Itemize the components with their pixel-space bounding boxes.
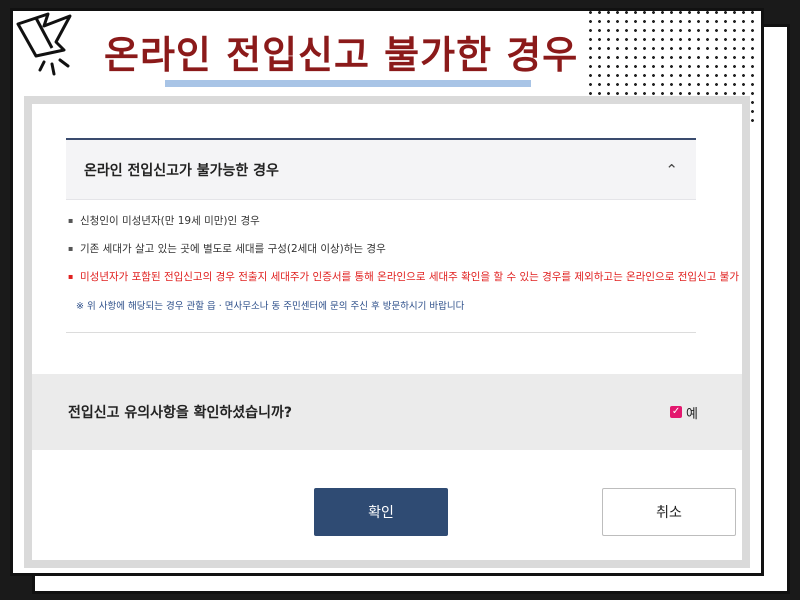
notice-text: ※ 위 사항에 해당되는 경우 관할 읍 · 면사무소나 동 주민센터에 문의 … [76,301,465,312]
checkbox-checked[interactable]: ✓ [670,406,683,418]
accordion: 온라인 전입신고가 불가능한 경우 ⌃ 신청인이 미성년자(만 19세 미만)인… [66,138,739,333]
title-underline [165,80,531,87]
cancel-button[interactable]: 취소 [602,488,736,536]
list-item: 신청인이 미성년자(만 19세 미만)인 경우 [66,214,696,228]
confirm-question: 전입신고 유의사항을 확인하셨습니까? [68,405,292,421]
burst-icon [16,12,72,76]
list-item-warning: 미성년자가 포함된 전입신고의 경우 전출지 세대주가 인증서를 통해 온라인으… [66,270,739,284]
confirm-box: 전입신고 유의사항을 확인하셨습니까? ✓ 예 [32,374,742,450]
checkbox-label: 예 [686,406,698,422]
ok-button[interactable]: 확인 [314,488,448,536]
accordion-title: 온라인 전입신고가 불가능한 경우 [84,162,279,179]
dialog: 온라인 전입신고가 불가능한 경우 ⌃ 신청인이 미성년자(만 19세 미만)인… [32,104,742,560]
accordion-body: 신청인이 미성년자(만 19세 미만)인 경우 기존 세대가 살고 있는 곳에 … [66,200,739,333]
confirm-checkbox-group[interactable]: ✓ 예 [670,403,698,422]
page-title: 온라인 전입신고 불가한 경우 [104,33,579,77]
screenshot-panel: 온라인 전입신고가 불가능한 경우 ⌃ 신청인이 미성년자(만 19세 미만)인… [24,96,750,568]
chevron-up-icon[interactable]: ⌃ [665,161,678,179]
accordion-header[interactable]: 온라인 전입신고가 불가능한 경우 ⌃ [66,140,696,200]
list-item: 기존 세대가 살고 있는 곳에 별도로 세대를 구성(2세대 이상)하는 경우 [66,242,696,256]
